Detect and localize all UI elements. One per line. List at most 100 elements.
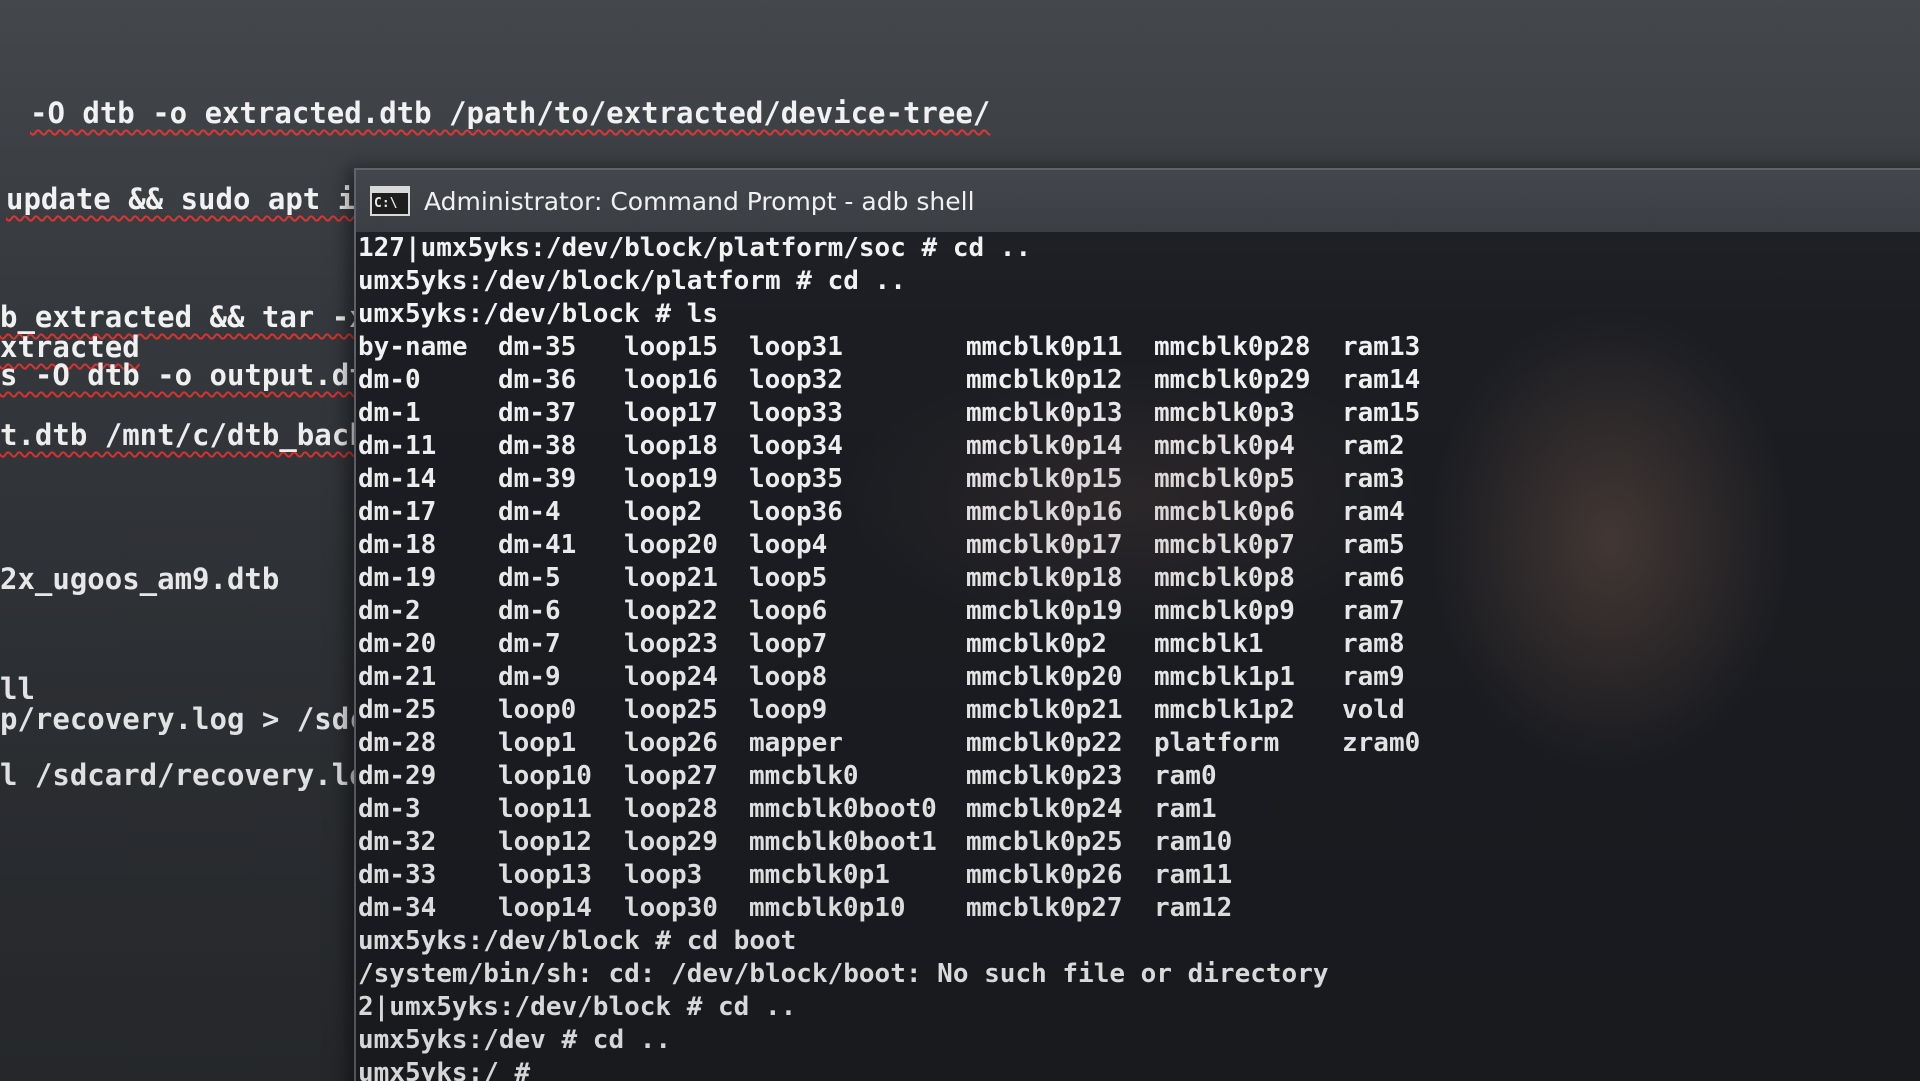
ls-entry: mmcblk0p18 [966, 563, 1123, 593]
ls-entry: ram4 [1342, 497, 1405, 527]
ls-entry: vold [1342, 695, 1405, 725]
terminal-line: 127|umx5yks:/dev/block/platform/soc # cd… [358, 233, 1032, 263]
ls-entry: dm-37 [498, 398, 577, 428]
ls-entry: ram3 [1342, 464, 1405, 494]
ls-entry: mmcblk0p13 [966, 398, 1123, 428]
ls-entry: mmcblk0p4 [1154, 431, 1295, 461]
ls-entry [1342, 826, 1462, 859]
ls-entry: loop9 [749, 695, 828, 725]
editor-line: ll [0, 672, 35, 706]
ls-entry: mmcblk0p14 [966, 431, 1123, 461]
ls-entry: mmcblk1p1 [1154, 662, 1295, 692]
ls-entry: loop32 [749, 365, 843, 395]
ls-entry: loop29 [624, 827, 718, 857]
ls-entry: dm-7 [498, 629, 561, 659]
ls-entry: by-name [358, 332, 468, 362]
ls-entry: loop25 [624, 695, 718, 725]
ls-entry: dm-32 [358, 827, 437, 857]
ls-entry: ram13 [1342, 332, 1421, 362]
ls-entry: loop27 [624, 761, 718, 791]
ls-entry: loop34 [749, 431, 843, 461]
ls-entry: loop35 [749, 464, 843, 494]
ls-entry: dm-38 [498, 431, 577, 461]
terminal-output[interactable]: 127|umx5yks:/dev/block/platform/soc # cd… [356, 232, 1920, 1081]
terminal-line: umx5yks:/dev/block # cd boot [358, 926, 797, 956]
ls-entry: dm-36 [498, 365, 577, 395]
ls-entry: loop3 [624, 860, 703, 890]
ls-entry: loop28 [624, 794, 718, 824]
ls-entry: mmcblk0p10 [749, 893, 906, 923]
ls-entry: loop18 [624, 431, 718, 461]
ls-entry: loop36 [749, 497, 843, 527]
ls-entry: ram7 [1342, 596, 1405, 626]
ls-entry: mmcblk0p29 [1154, 365, 1311, 395]
ls-entry: mmcblk0boot1 [749, 827, 937, 857]
ls-entry: loop31 [749, 332, 843, 362]
terminal-pre-lines: 127|umx5yks:/dev/block/platform/soc # cd… [358, 232, 1920, 331]
ls-entry: loop12 [498, 827, 592, 857]
ls-entry: dm-0 [358, 365, 421, 395]
ls-entry: loop16 [624, 365, 718, 395]
ls-entry: loop33 [749, 398, 843, 428]
ls-entry: mmcblk0boot0 [749, 794, 937, 824]
editor-line: b_extracted && tar -x [0, 300, 367, 334]
ls-entry: mmcblk1p2 [1154, 695, 1295, 725]
terminal-post-lines: umx5yks:/dev/block # cd boot/system/bin/… [358, 925, 1920, 1081]
ls-entry: dm-11 [358, 431, 437, 461]
ls-entry: ram5 [1342, 530, 1405, 560]
ls-entry: loop1 [498, 728, 577, 758]
ls-entry: dm-34 [358, 893, 437, 923]
ls-entry: mmcblk0p2 [966, 629, 1107, 659]
ls-entry: loop23 [624, 629, 718, 659]
window-title: Administrator: Command Prompt - adb shel… [424, 186, 975, 216]
editor-line: l /sdcard/recovery.log [0, 758, 385, 792]
ls-entry: loop19 [624, 464, 718, 494]
ls-entry: platform [1154, 728, 1280, 758]
ls-entry: mmcblk0p25 [966, 827, 1123, 857]
ls-entry: mmcblk0p16 [966, 497, 1123, 527]
terminal-prompt-line: umx5yks:/ # [358, 1058, 531, 1081]
editor-line: s -O dtb -o output.dtb [0, 358, 385, 392]
ls-entry: mmcblk0p17 [966, 530, 1123, 560]
ls-entry: dm-19 [358, 563, 437, 593]
editor-line: update && sudo apt i [6, 182, 356, 216]
ls-entry: dm-9 [498, 662, 561, 692]
ls-entry: loop8 [749, 662, 828, 692]
terminal-line: umx5yks:/dev/block # ls [358, 299, 719, 329]
ls-entry [1342, 793, 1462, 826]
editor-line: p/recovery.log > /sdca [0, 702, 385, 736]
ls-entry: mmcblk0p11 [966, 332, 1123, 362]
ls-entry: loop22 [624, 596, 718, 626]
terminal-line: umx5yks:/dev # cd .. [358, 1025, 672, 1055]
title-bar[interactable]: C:\ Administrator: Command Prompt - adb … [356, 170, 1920, 232]
ls-entry: dm-33 [358, 860, 437, 890]
screen-photo: -O dtb -o extracted.dtb /path/to/extract… [0, 0, 1920, 1081]
ls-entry: mmcblk0p23 [966, 761, 1123, 791]
ls-entry [1342, 760, 1462, 793]
ls-entry: ram0 [1154, 761, 1217, 791]
ls-entry: loop26 [624, 728, 718, 758]
ls-entry: loop11 [498, 794, 592, 824]
ls-entry: loop20 [624, 530, 718, 560]
terminal-line: /system/bin/sh: cd: /dev/block/boot: No … [358, 959, 1329, 989]
ls-entry: ram15 [1342, 398, 1421, 428]
ls-entry: loop10 [498, 761, 592, 791]
ls-entry: mmcblk0p6 [1154, 497, 1295, 527]
command-prompt-window[interactable]: C:\ Administrator: Command Prompt - adb … [354, 168, 1920, 1081]
ls-entry: mmcblk0p5 [1154, 464, 1295, 494]
ls-entry: dm-6 [498, 596, 561, 626]
ls-entry: zram0 [1342, 728, 1421, 758]
ls-entry: mmcblk0p15 [966, 464, 1123, 494]
ls-entry: ram11 [1154, 860, 1233, 890]
editor-line: 2x_ugoos_am9.dtb [0, 562, 280, 596]
ls-entry: loop30 [624, 893, 718, 923]
ls-entry: ram6 [1342, 563, 1405, 593]
ls-entry: loop17 [624, 398, 718, 428]
ls-entry [1342, 892, 1462, 925]
ls-entry: loop24 [624, 662, 718, 692]
ls-entry: dm-20 [358, 629, 437, 659]
ls-entry: dm-21 [358, 662, 437, 692]
ls-entry: loop21 [624, 563, 718, 593]
ls-entry: dm-3 [358, 794, 421, 824]
ls-entry: ram14 [1342, 365, 1421, 395]
